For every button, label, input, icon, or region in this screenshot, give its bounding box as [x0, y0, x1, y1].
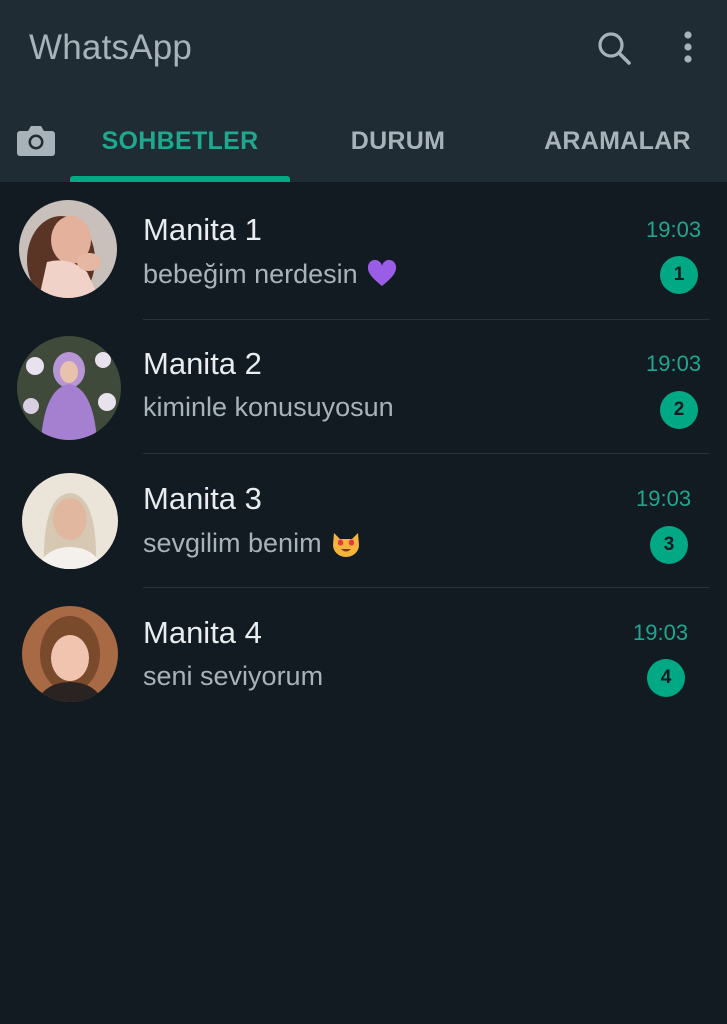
search-icon [598, 32, 631, 65]
active-tab-indicator [70, 176, 290, 182]
chat-message: seni seviyorum [143, 661, 323, 692]
chat-time: 19:03 [633, 620, 689, 645]
camera-tab[interactable] [14, 120, 58, 160]
heart-eyes-cat-emoji [332, 533, 359, 557]
chat-message-text: bebeğim nerdesin [143, 258, 358, 289]
chat-message-text: sevgilim benim [143, 527, 322, 558]
chat-time: 19:03 [636, 486, 692, 511]
unread-badge: 4 [647, 659, 685, 697]
chat-row[interactable]: Manita 3 sevgilim benim 19:03 3 [0, 454, 727, 588]
unread-badge: 1 [660, 256, 698, 294]
purple-heart-emoji [367, 259, 396, 286]
unread-badge: 2 [660, 391, 698, 429]
camera-icon [17, 126, 55, 156]
app-header: WhatsApp SOHBETLER DURUM ARAMALAR [0, 0, 727, 182]
search-button[interactable] [592, 26, 636, 70]
chat-row[interactable]: Manita 4 seni seviyorum 19:03 4 [0, 588, 727, 722]
chat-time: 19:03 [646, 351, 702, 376]
avatar[interactable] [19, 200, 117, 298]
more-options-button[interactable] [672, 26, 704, 70]
chat-name: Manita 1 [143, 212, 262, 247]
chat-message: kiminle konusuyosun [143, 392, 394, 423]
tab-durum[interactable]: DURUM [300, 100, 496, 182]
chat-time: 19:03 [646, 217, 702, 242]
chat-row[interactable]: Manita 1 bebeğim nerdesin 19:03 1 [0, 186, 727, 320]
chat-name: Manita 3 [143, 481, 262, 516]
chat-message-text: seni seviyorum [143, 661, 324, 691]
more-vert-icon [684, 31, 692, 63]
chat-message: sevgilim benim [143, 527, 362, 559]
app-title: WhatsApp [29, 28, 193, 67]
chat-name: Manita 2 [143, 346, 262, 381]
avatar[interactable] [22, 473, 118, 569]
tab-bar: SOHBETLER DURUM ARAMALAR [0, 100, 727, 182]
unread-badge: 3 [650, 526, 688, 564]
chat-name: Manita 4 [143, 615, 262, 650]
chat-message: bebeğim nerdesin [143, 258, 398, 290]
avatar[interactable] [17, 336, 121, 440]
chat-row[interactable]: Manita 2 kiminle konusuyosun 19:03 2 [0, 320, 727, 454]
tab-aramalar[interactable]: ARAMALAR [508, 100, 727, 182]
avatar[interactable] [22, 606, 118, 702]
tab-sohbetler[interactable]: SOHBETLER [70, 100, 290, 182]
chat-message-text: kiminle konusuyosun [143, 392, 394, 422]
